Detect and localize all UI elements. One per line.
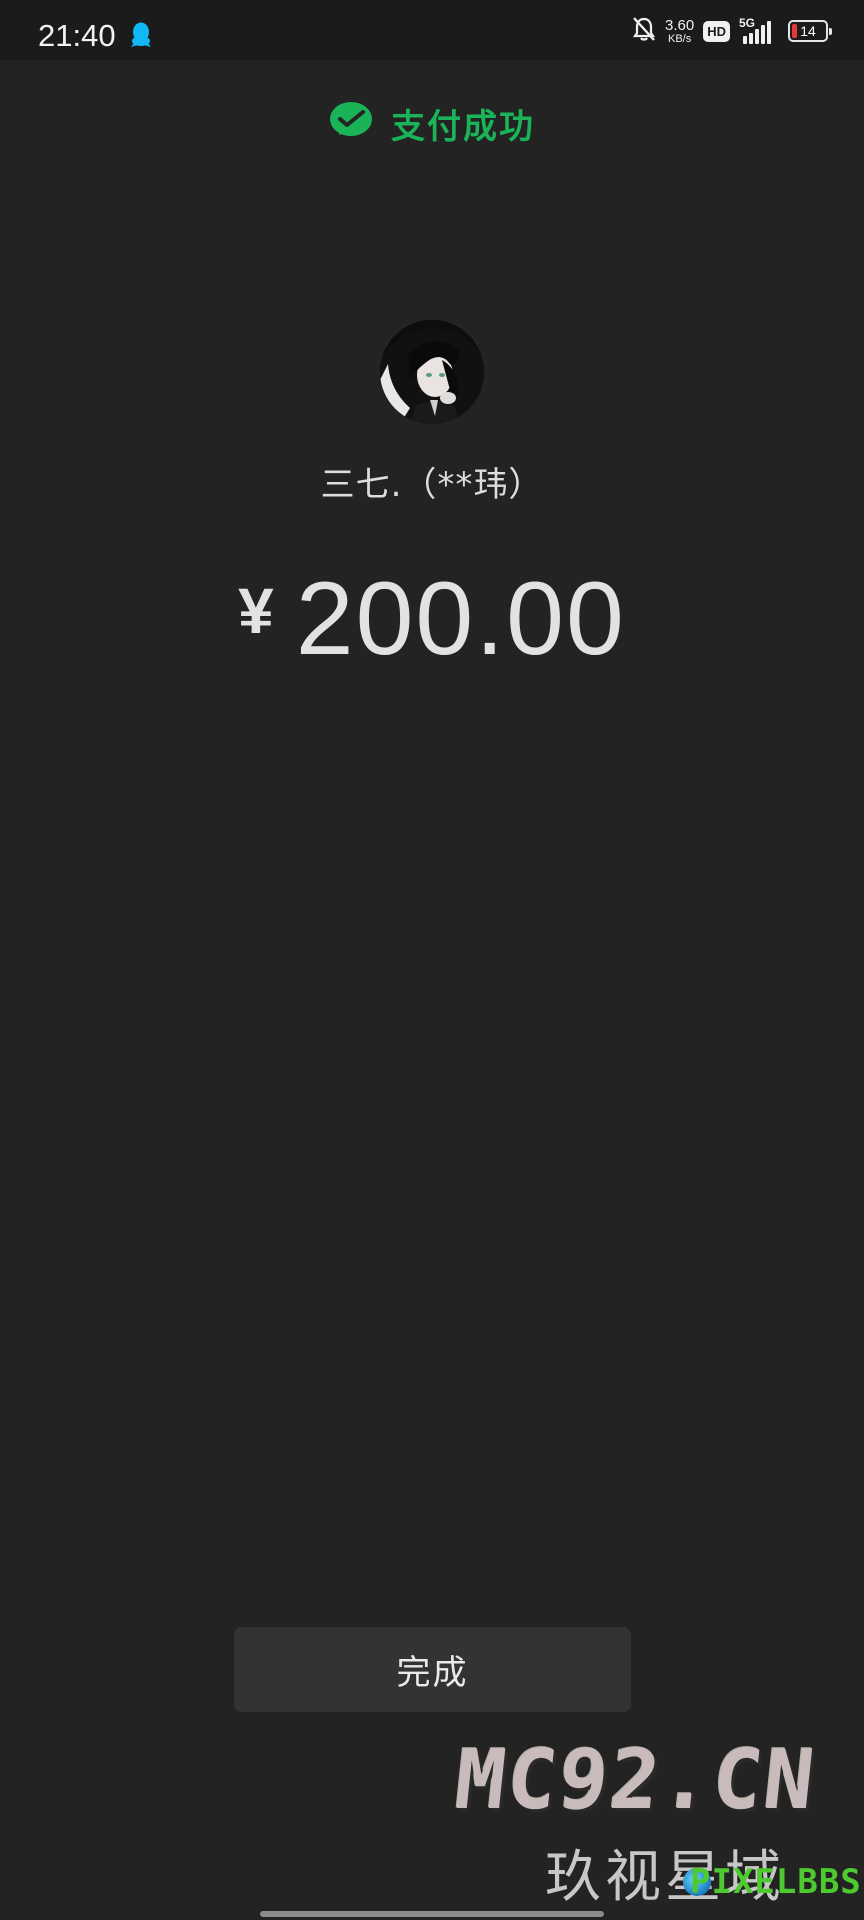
- status-time: 21:40: [38, 18, 116, 53]
- network-speed-unit: KB/s: [668, 32, 692, 45]
- payment-status-header: 支付成功: [0, 98, 864, 148]
- signal-icon: 5G: [739, 16, 779, 44]
- done-button[interactable]: 完成: [234, 1627, 631, 1712]
- payment-success-screen: 21:40 3.60 KB/s HD 5G 14 支付成功 三七.（**玮） ¥…: [0, 0, 864, 1920]
- network-type-label: 5G: [739, 16, 756, 30]
- home-indicator[interactable]: [260, 1911, 604, 1917]
- watermark-main: MC92.CN: [451, 1733, 821, 1828]
- currency-symbol: ¥: [238, 575, 274, 647]
- qq-icon: [130, 22, 152, 52]
- avatar: [380, 320, 484, 424]
- amount-value: 200.00: [295, 561, 626, 677]
- status-icons: 3.60 KB/s HD 5G 14: [632, 14, 832, 48]
- bell-off-icon: [632, 16, 656, 46]
- payment-amount: ¥ 200.00: [0, 560, 864, 679]
- watermark-logo: PIXELBBS: [690, 1862, 862, 1902]
- network-speed: 3.60 KB/s: [665, 18, 694, 45]
- hd-badge: HD: [703, 20, 730, 42]
- payment-status-title: 支付成功: [391, 106, 535, 147]
- battery-icon: 14: [788, 20, 832, 42]
- status-bar: 21:40 3.60 KB/s HD 5G 14: [0, 0, 864, 60]
- battery-level: 14: [800, 23, 816, 39]
- network-speed-value: 3.60: [665, 16, 695, 34]
- payee-name: 三七.（**玮）: [320, 465, 544, 505]
- wechat-pay-icon: [329, 101, 375, 145]
